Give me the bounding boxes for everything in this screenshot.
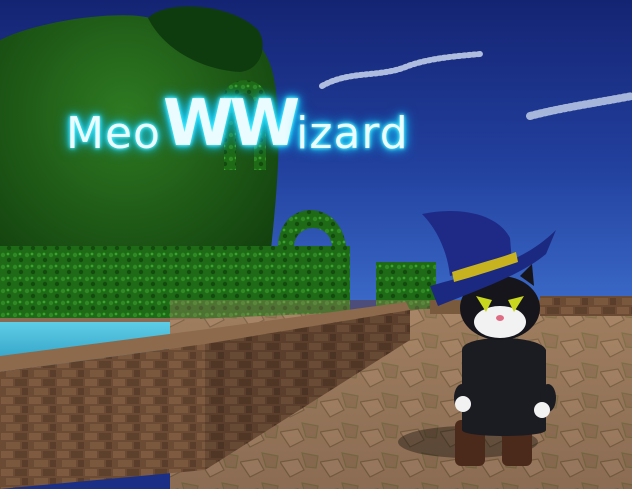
back-wall-right: [540, 296, 632, 316]
game-scene: [0, 0, 632, 489]
title-part-1: Meo: [66, 108, 161, 159]
title-part-3: izard: [296, 108, 409, 159]
title-part-2: WW: [162, 87, 300, 161]
game-title-logo: Meo WW izard: [66, 92, 409, 156]
